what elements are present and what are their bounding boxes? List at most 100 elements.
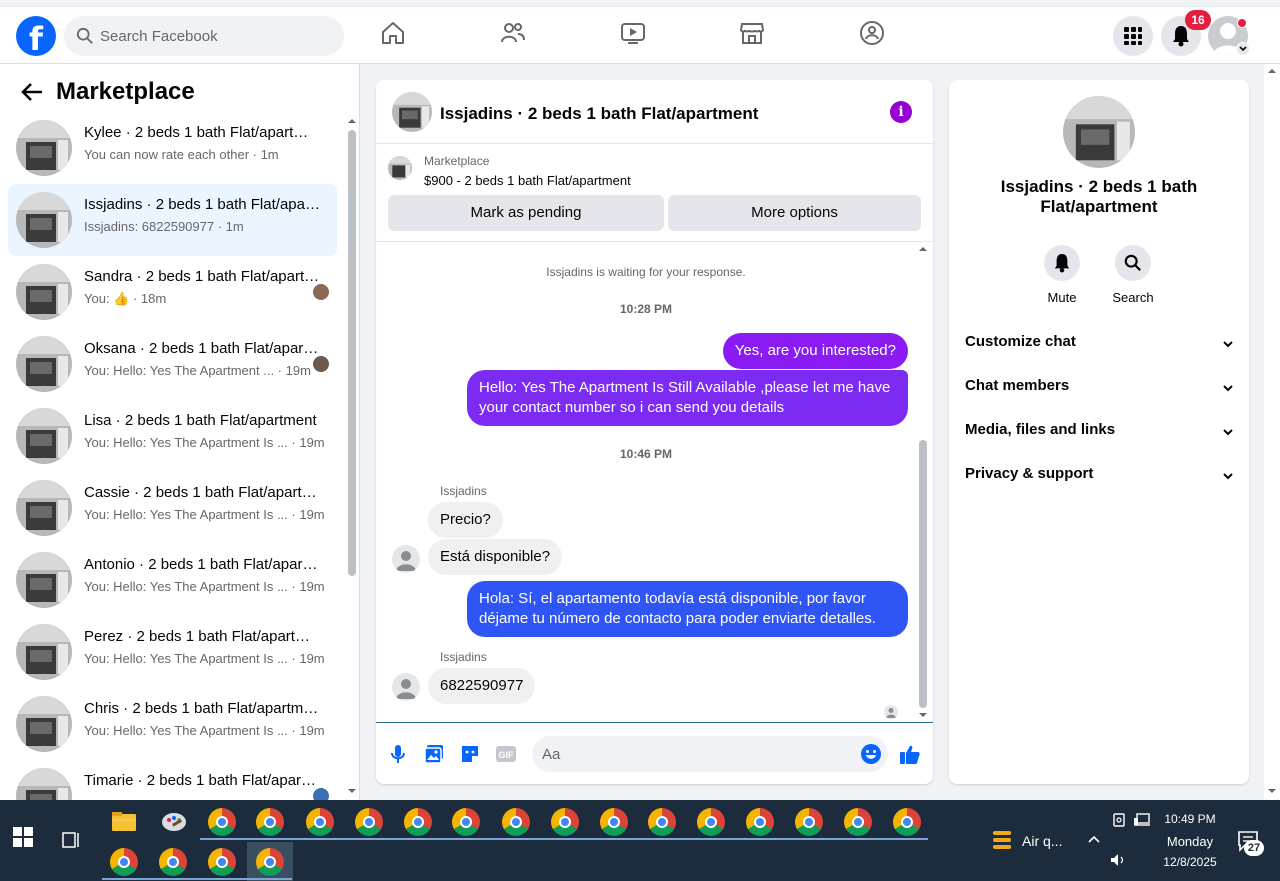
outgoing-message[interactable]: Hello: Yes The Apartment Is Still Availa… bbox=[467, 370, 908, 426]
conversation-item[interactable]: Perez · 2 beds 1 bath Flat/apartment You… bbox=[8, 616, 337, 688]
scroll-down-arrow-icon[interactable] bbox=[1264, 786, 1280, 796]
file-explorer-icon[interactable] bbox=[110, 808, 138, 836]
chrome-icon[interactable] bbox=[355, 808, 383, 836]
chrome-icon[interactable] bbox=[404, 808, 432, 836]
chrome-icon[interactable] bbox=[795, 808, 823, 836]
emoji-icon[interactable] bbox=[860, 743, 882, 765]
microphone-icon[interactable] bbox=[387, 743, 409, 765]
volume-icon[interactable] bbox=[1109, 852, 1127, 868]
scroll-up-arrow-icon[interactable] bbox=[1264, 66, 1280, 76]
task-view-icon[interactable] bbox=[60, 830, 82, 850]
chrome-icon[interactable] bbox=[306, 808, 334, 836]
back-arrow-icon[interactable] bbox=[20, 81, 44, 103]
section-media-files-links[interactable]: Media, files and links bbox=[965, 421, 1235, 451]
network-icon[interactable] bbox=[1133, 812, 1151, 828]
chrome-icon[interactable] bbox=[844, 808, 872, 836]
groups-icon[interactable] bbox=[859, 20, 885, 46]
listing-thumbnail[interactable] bbox=[388, 156, 412, 180]
thumbs-up-icon[interactable] bbox=[899, 743, 921, 765]
scroll-down-arrow-icon[interactable] bbox=[346, 786, 358, 796]
sender-avatar[interactable] bbox=[392, 545, 420, 573]
tray-device-icon[interactable] bbox=[1111, 812, 1127, 828]
listing-thumbnail[interactable] bbox=[392, 92, 432, 132]
weather-label[interactable]: Air q... bbox=[1022, 833, 1062, 849]
clock-day[interactable]: Monday bbox=[1150, 834, 1230, 849]
chrome-icon[interactable] bbox=[893, 808, 921, 836]
mute-button[interactable]: Mute bbox=[1026, 245, 1098, 305]
conversation-item[interactable]: Sandra · 2 beds 1 bath Flat/apartment Yo… bbox=[8, 256, 337, 328]
search-box[interactable] bbox=[64, 16, 344, 56]
incoming-message[interactable]: 6822590977 bbox=[428, 668, 536, 704]
paint-app-icon[interactable] bbox=[160, 808, 188, 836]
chrome-icon[interactable] bbox=[110, 848, 138, 876]
windows-start-icon[interactable] bbox=[12, 826, 34, 848]
conversation-item[interactable]: Lisa · 2 beds 1 bath Flat/apartment You:… bbox=[8, 400, 337, 472]
conversation-item[interactable]: Timarie · 2 beds 1 bath Flat/apartment bbox=[8, 760, 337, 800]
info-icon[interactable]: i bbox=[890, 101, 912, 123]
person-silhouette-icon bbox=[396, 679, 416, 699]
chrome-icon[interactable] bbox=[208, 848, 236, 876]
message-scroll-thumb[interactable] bbox=[919, 440, 927, 708]
listing-thumbnail bbox=[16, 264, 72, 320]
chrome-icon[interactable] bbox=[256, 808, 284, 836]
menu-button[interactable] bbox=[1113, 16, 1153, 56]
conversation-item[interactable]: Kylee · 2 beds 1 bath Flat/apartment You… bbox=[8, 112, 337, 184]
section-customize-chat[interactable]: Customize chat bbox=[965, 333, 1235, 363]
photo-icon[interactable] bbox=[423, 743, 445, 765]
sticker-icon[interactable] bbox=[459, 743, 481, 765]
search-circle[interactable] bbox=[1115, 245, 1151, 281]
friends-icon[interactable] bbox=[500, 20, 526, 46]
chrome-icon[interactable] bbox=[208, 808, 236, 836]
chevron-up-icon[interactable] bbox=[1086, 832, 1102, 846]
message-thread[interactable]: Issjadins is waiting for your response. … bbox=[376, 242, 933, 722]
chrome-icon[interactable] bbox=[746, 808, 774, 836]
conversation-item[interactable]: Oksana · 2 beds 1 bath Flat/apartment Yo… bbox=[8, 328, 337, 400]
clock-time[interactable]: 10:49 PM bbox=[1150, 812, 1230, 826]
account-chevron-icon[interactable] bbox=[1236, 42, 1250, 56]
search-in-chat-button[interactable]: Search bbox=[1097, 245, 1169, 305]
home-icon[interactable] bbox=[380, 20, 406, 46]
mute-circle[interactable] bbox=[1044, 245, 1080, 281]
page-scrollbar[interactable] bbox=[1264, 64, 1280, 800]
chrome-icon[interactable] bbox=[600, 808, 628, 836]
message-input[interactable] bbox=[542, 736, 842, 772]
clock-date[interactable]: 12/8/2025 bbox=[1150, 855, 1230, 869]
outgoing-message[interactable]: Hola: Sí, el apartamento todavía está di… bbox=[467, 581, 908, 637]
conversation-item-active[interactable]: Issjadins · 2 beds 1 bath Flat/apartment… bbox=[8, 184, 337, 256]
listing-price[interactable]: $900 - 2 beds 1 bath Flat/apartment bbox=[424, 173, 631, 188]
chrome-icon[interactable] bbox=[648, 808, 676, 836]
mark-as-pending-button[interactable]: Mark as pending bbox=[388, 195, 664, 231]
gif-icon[interactable]: GIF bbox=[495, 743, 517, 765]
sender-avatar[interactable] bbox=[392, 673, 420, 701]
chrome-icon[interactable] bbox=[452, 808, 480, 836]
conversation-name: Issjadins · 2 beds 1 bath Flat/apartment bbox=[84, 196, 320, 213]
chat-title[interactable]: Issjadins · 2 beds 1 bath Flat/apartment bbox=[440, 104, 758, 124]
listing-thumbnail[interactable] bbox=[1063, 96, 1135, 168]
chrome-icon[interactable] bbox=[697, 808, 725, 836]
section-privacy-support[interactable]: Privacy & support bbox=[965, 465, 1235, 495]
scroll-up-arrow-icon[interactable] bbox=[916, 244, 930, 254]
section-chat-members[interactable]: Chat members bbox=[965, 377, 1235, 407]
marketplace-icon[interactable] bbox=[739, 20, 765, 46]
chrome-icon[interactable] bbox=[159, 848, 187, 876]
incoming-message[interactable]: Está disponible? bbox=[428, 539, 563, 575]
message-field[interactable] bbox=[532, 736, 888, 772]
scroll-up-arrow-icon[interactable] bbox=[346, 116, 358, 126]
facebook-logo-icon[interactable]: f bbox=[16, 16, 56, 56]
chrome-icon[interactable] bbox=[256, 848, 284, 876]
sidebar-scroll-thumb[interactable] bbox=[348, 130, 356, 576]
incoming-message[interactable]: Precio? bbox=[428, 502, 503, 538]
search-input[interactable] bbox=[100, 16, 330, 56]
more-options-button[interactable]: More options bbox=[668, 195, 921, 231]
message-scrollbar[interactable] bbox=[916, 242, 930, 722]
air-quality-icon[interactable] bbox=[990, 828, 1014, 854]
chrome-icon[interactable] bbox=[502, 808, 530, 836]
outgoing-message[interactable]: Yes, are you interested? bbox=[722, 333, 908, 369]
sidebar-scrollbar[interactable] bbox=[346, 116, 358, 800]
chrome-icon[interactable] bbox=[551, 808, 579, 836]
conversation-item[interactable]: Chris · 2 beds 1 bath Flat/apartment You… bbox=[8, 688, 337, 760]
video-icon[interactable] bbox=[620, 20, 646, 46]
conversation-item[interactable]: Cassie · 2 beds 1 bath Flat/apartment Yo… bbox=[8, 472, 337, 544]
scroll-down-arrow-icon[interactable] bbox=[916, 710, 930, 720]
conversation-item[interactable]: Antonio · 2 beds 1 bath Flat/apartment Y… bbox=[8, 544, 337, 616]
